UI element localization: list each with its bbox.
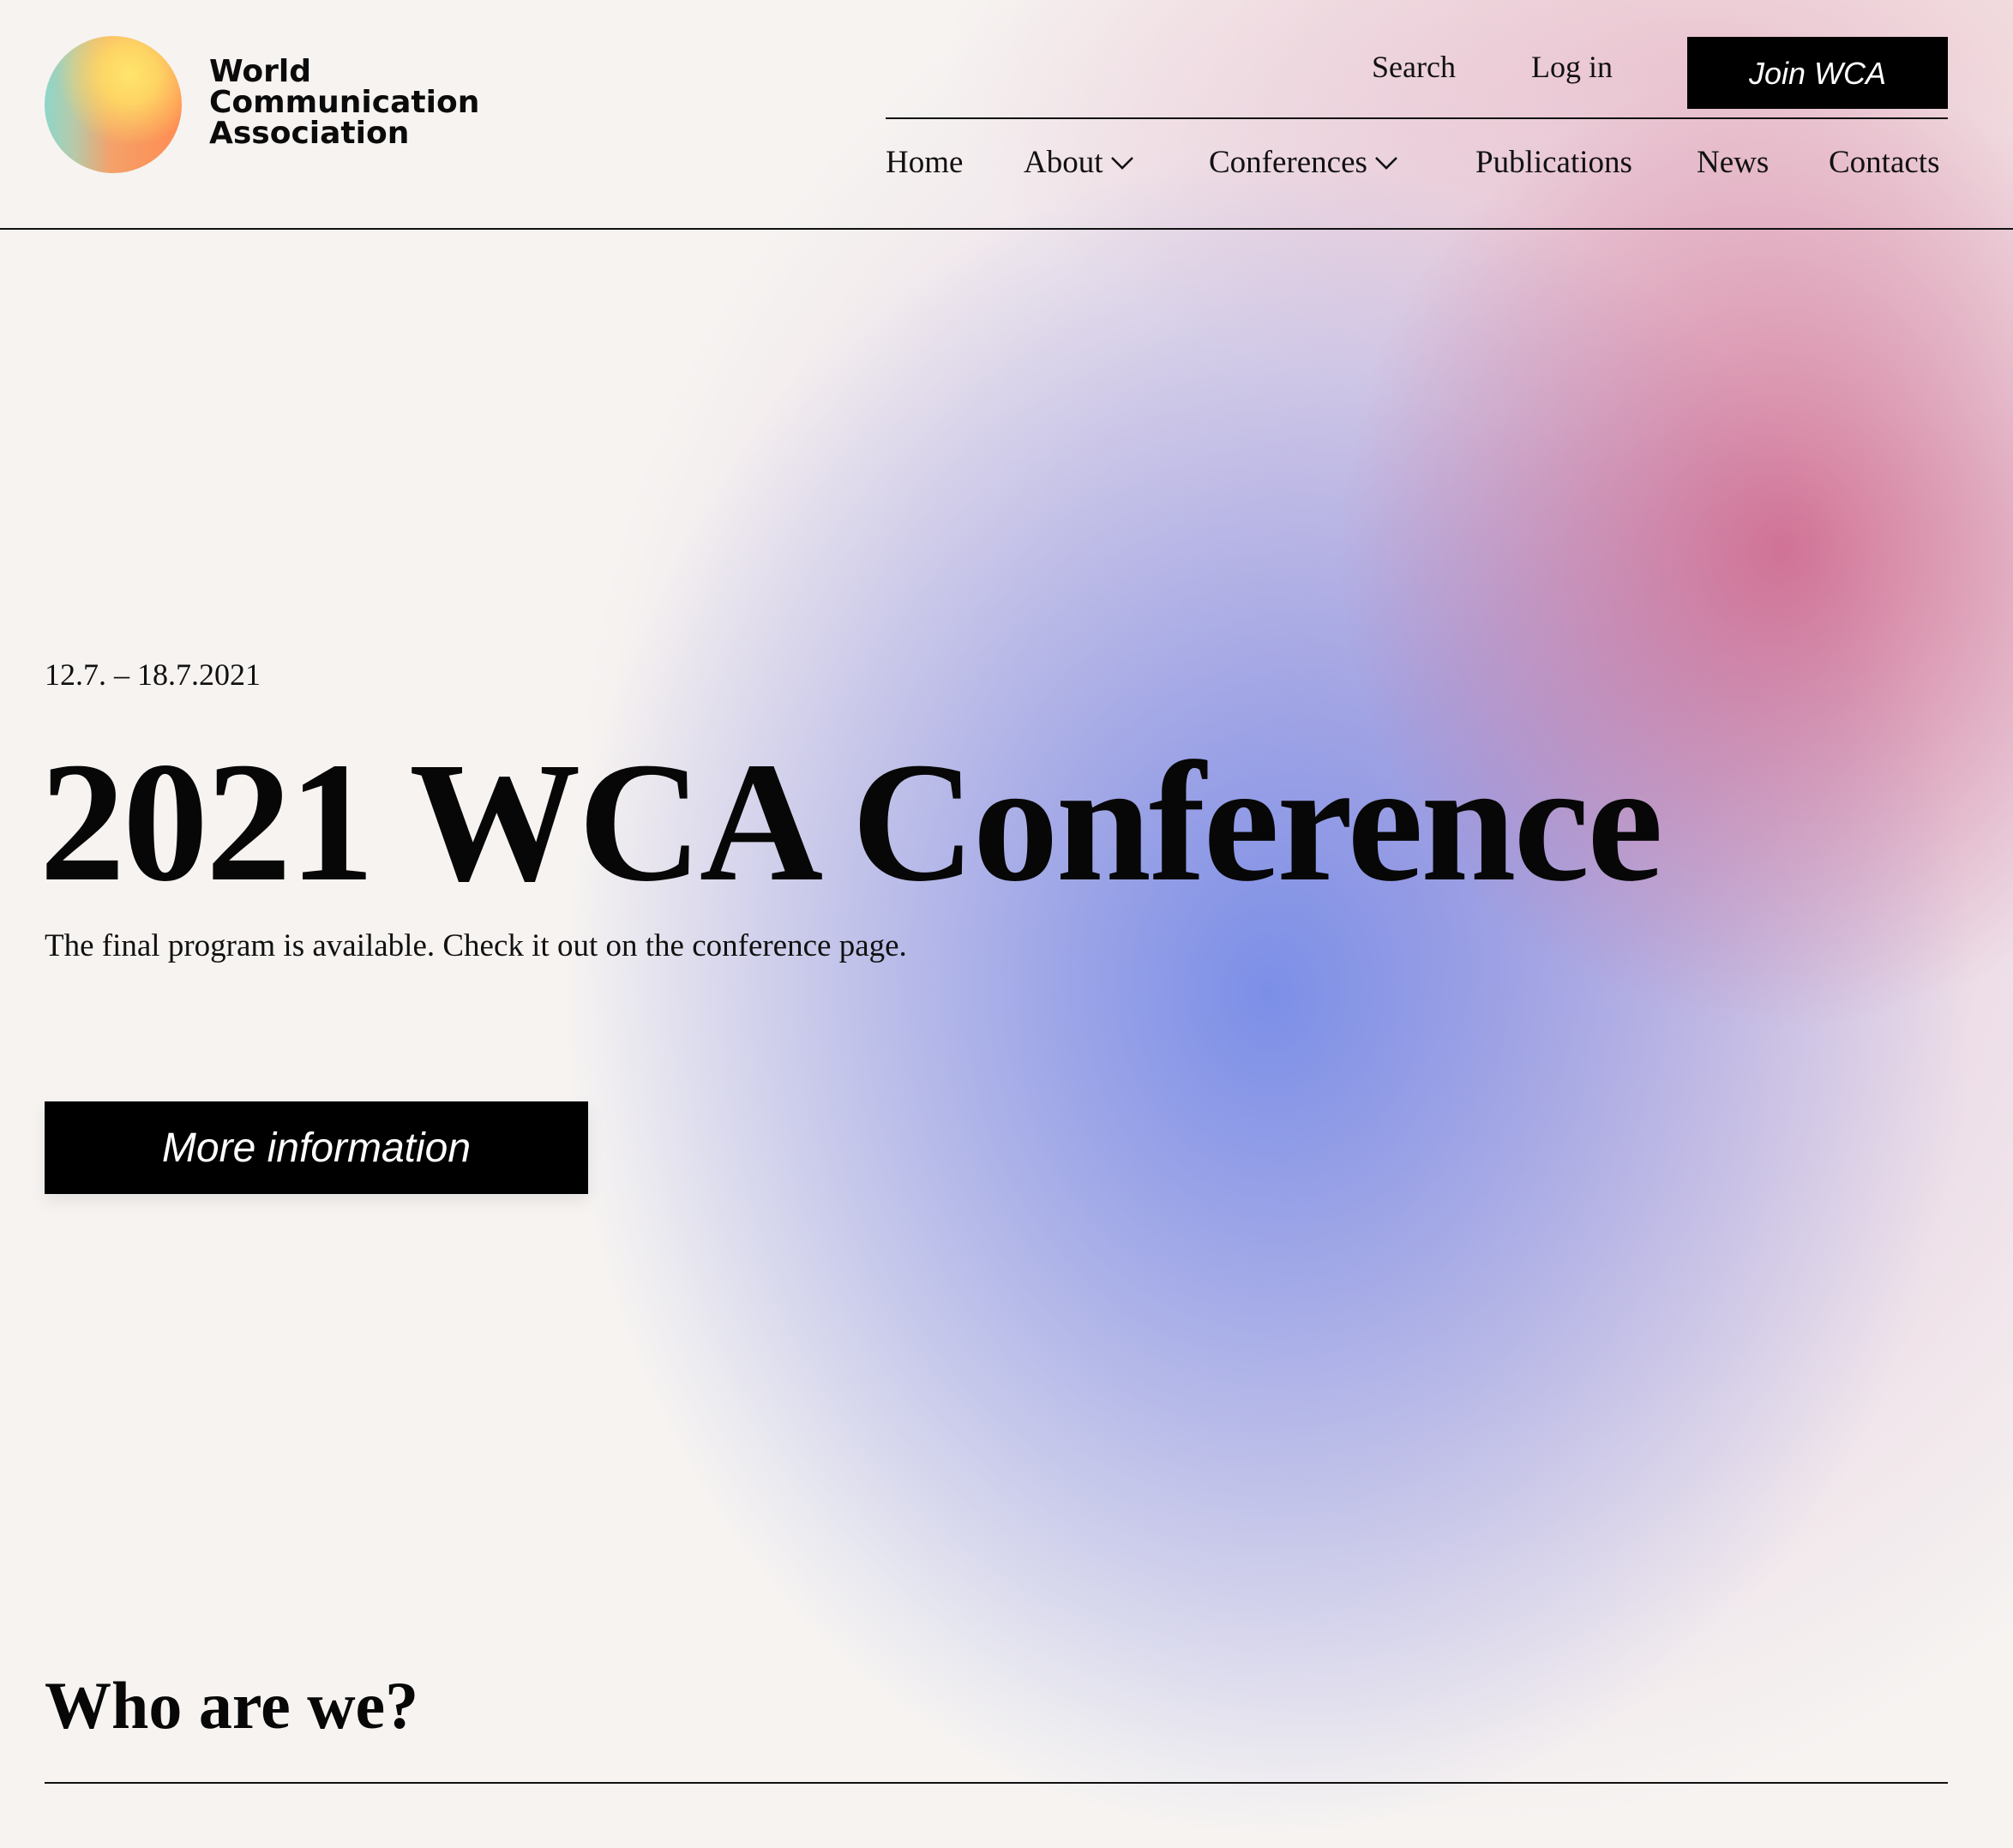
nav-item-contacts-label: Contacts: [1829, 145, 1940, 180]
nav-item-home-label: Home: [886, 145, 964, 180]
logo-line-3: Association: [209, 116, 410, 151]
nav-item-conferences[interactable]: Conferences: [1209, 144, 1398, 182]
logo-line-2: Communication: [209, 85, 480, 120]
hero-gradient-background: [0, 0, 2013, 1848]
hero-subtitle: The final program is available. Check it…: [45, 928, 907, 963]
nav-item-publications-label: Publications: [1475, 145, 1632, 180]
nav-item-about-label: About: [1024, 145, 1103, 180]
more-information-button[interactable]: More information: [45, 1101, 588, 1194]
chevron-down-icon: [1374, 154, 1398, 171]
join-wca-button[interactable]: Join WCA: [1687, 37, 1948, 109]
logo-wordmark[interactable]: World Communication Association: [209, 57, 479, 149]
conference-dates: 12.7. – 18.7.2021: [45, 657, 261, 692]
login-link[interactable]: Log in: [1531, 48, 1613, 86]
nav-item-home[interactable]: Home: [886, 144, 963, 182]
hero-title: 2021 WCA Conference: [39, 728, 1663, 917]
nav-item-news[interactable]: News: [1697, 144, 1769, 182]
nav-item-about[interactable]: About: [1024, 144, 1134, 182]
header-divider: [0, 228, 2013, 230]
section-heading-who-are-we: Who are we?: [45, 1668, 419, 1743]
logo-line-1: World: [209, 54, 312, 89]
nav-item-publications[interactable]: Publications: [1475, 144, 1632, 182]
section-divider: [45, 1782, 1948, 1784]
nav-item-contacts[interactable]: Contacts: [1829, 144, 1939, 182]
logo-icon[interactable]: [45, 36, 182, 173]
nav-divider: [886, 117, 1948, 119]
search-link[interactable]: Search: [1372, 48, 1456, 86]
nav-item-conferences-label: Conferences: [1209, 145, 1367, 180]
nav-item-news-label: News: [1697, 145, 1770, 180]
chevron-down-icon: [1110, 154, 1134, 171]
